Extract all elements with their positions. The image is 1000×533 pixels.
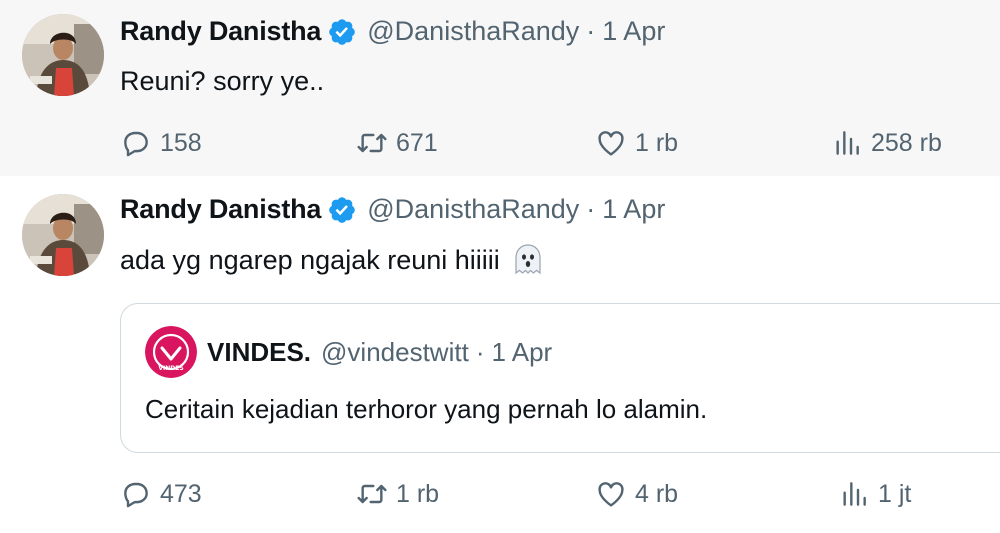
views-count: 258 rb: [871, 128, 942, 157]
separator-dot: ·: [586, 16, 596, 46]
like-count: 4 rb: [635, 479, 679, 508]
separator-dot: ·: [475, 336, 485, 367]
vindes-logo-text: VINDES: [158, 365, 183, 372]
quoted-tweet-date[interactable]: 1 Apr: [491, 337, 552, 368]
views-chart-icon: [836, 131, 859, 155]
verified-badge-icon: [329, 196, 356, 223]
verified-badge-icon: [329, 18, 356, 45]
like-button[interactable]: 1 rb: [595, 127, 678, 159]
quoted-tweet[interactable]: VINDES VINDES. @vindestwitt · 1 Apr Ceri…: [120, 303, 1000, 453]
quoted-tweet-text: Ceritain kejadian terhoror yang pernah l…: [145, 394, 708, 424]
action-bar: 158 671 1 rb 258 rb: [120, 127, 960, 163]
views-chart-icon: [843, 482, 866, 506]
heart-icon: [598, 482, 624, 507]
tweet-text-row: ada yg ngarep ngajak reuni hiiiii: [120, 242, 546, 278]
quoted-avatar[interactable]: VINDES: [145, 326, 197, 378]
separator-dot: ·: [586, 194, 596, 224]
tweet-header: Randy Danistha @DanisthaRandy · 1 Apr: [120, 194, 665, 225]
views-count: 1 jt: [878, 479, 912, 508]
action-bar: 473 1 rb 4 rb 1 jt: [120, 478, 960, 514]
avatar[interactable]: [22, 14, 104, 96]
reply-button[interactable]: 158: [120, 127, 202, 159]
reply-count: 473: [160, 479, 202, 508]
like-button[interactable]: 4 rb: [595, 478, 678, 510]
author-name[interactable]: Randy Danistha: [120, 194, 321, 225]
vindes-logo-icon: VINDES: [145, 326, 197, 378]
author-handle[interactable]: @DanisthaRandy: [367, 194, 579, 225]
retweet-icon: [357, 133, 387, 153]
like-count: 1 rb: [635, 128, 679, 157]
views-button[interactable]: 258 rb: [831, 127, 942, 159]
reply-icon: [124, 482, 148, 508]
avatar-photo: [22, 194, 104, 276]
retweet-button[interactable]: 1 rb: [356, 478, 439, 510]
reply-icon: [124, 131, 148, 157]
reply-button[interactable]: 473: [120, 478, 202, 510]
tweet-text: Reuni? sorry ye..: [120, 66, 325, 96]
tweet-date[interactable]: 1 Apr: [602, 194, 665, 225]
heart-icon: [598, 131, 624, 156]
tweet-date[interactable]: 1 Apr: [602, 16, 665, 47]
author-name[interactable]: Randy Danistha: [120, 16, 321, 47]
tweet-2[interactable]: Randy Danistha @DanisthaRandy · 1 Apr ad…: [0, 176, 1000, 533]
tweet-1[interactable]: Randy Danistha @DanisthaRandy · 1 Apr Re…: [0, 0, 1000, 176]
tweet-header: Randy Danistha @DanisthaRandy · 1 Apr: [120, 16, 665, 47]
retweet-icon: [357, 484, 387, 504]
quoted-author-handle[interactable]: @vindestwitt: [321, 337, 469, 368]
tweet-text: ada yg ngarep ngajak reuni hiiiii: [120, 244, 500, 275]
views-button[interactable]: 1 jt: [838, 478, 911, 510]
avatar[interactable]: [22, 194, 104, 276]
retweet-count: 1 rb: [396, 479, 440, 508]
quoted-author-name[interactable]: VINDES.: [207, 337, 311, 368]
retweet-button[interactable]: 671: [356, 127, 438, 159]
quoted-tweet-header: VINDES VINDES. @vindestwitt · 1 Apr: [145, 326, 552, 378]
retweet-count: 671: [396, 128, 438, 157]
avatar-photo: [22, 14, 104, 96]
reply-count: 158: [160, 128, 202, 157]
ghost-emoji-icon: [515, 244, 541, 275]
author-handle[interactable]: @DanisthaRandy: [367, 16, 579, 47]
